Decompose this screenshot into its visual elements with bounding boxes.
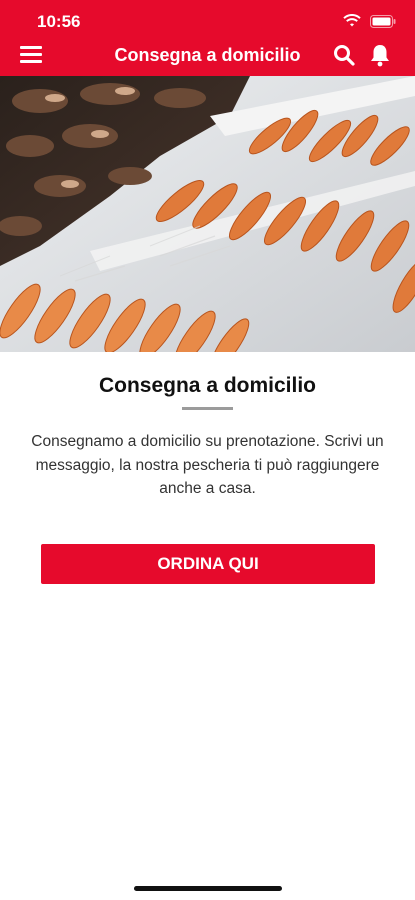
search-icon[interactable] (333, 44, 355, 66)
description-text: Consegnamo a domicilio su prenotazione. … (31, 433, 384, 497)
wifi-icon (343, 14, 361, 27)
seafood-photo (0, 76, 415, 352)
battery-icon (370, 15, 396, 28)
app-header: 10:56 Consegna a domicilio (0, 0, 415, 76)
title-divider (182, 407, 233, 410)
section-title: Consegna a domicilio (98, 374, 317, 397)
order-button[interactable]: ORDINA QUI (41, 544, 375, 584)
hero-image (0, 76, 415, 352)
status-time: 10:56 (37, 12, 81, 31)
nav-bar: Consegna a domicilio (0, 40, 415, 74)
status-bar: 10:56 (0, 0, 415, 40)
home-indicator[interactable] (134, 886, 282, 891)
bell-icon[interactable] (369, 43, 391, 67)
